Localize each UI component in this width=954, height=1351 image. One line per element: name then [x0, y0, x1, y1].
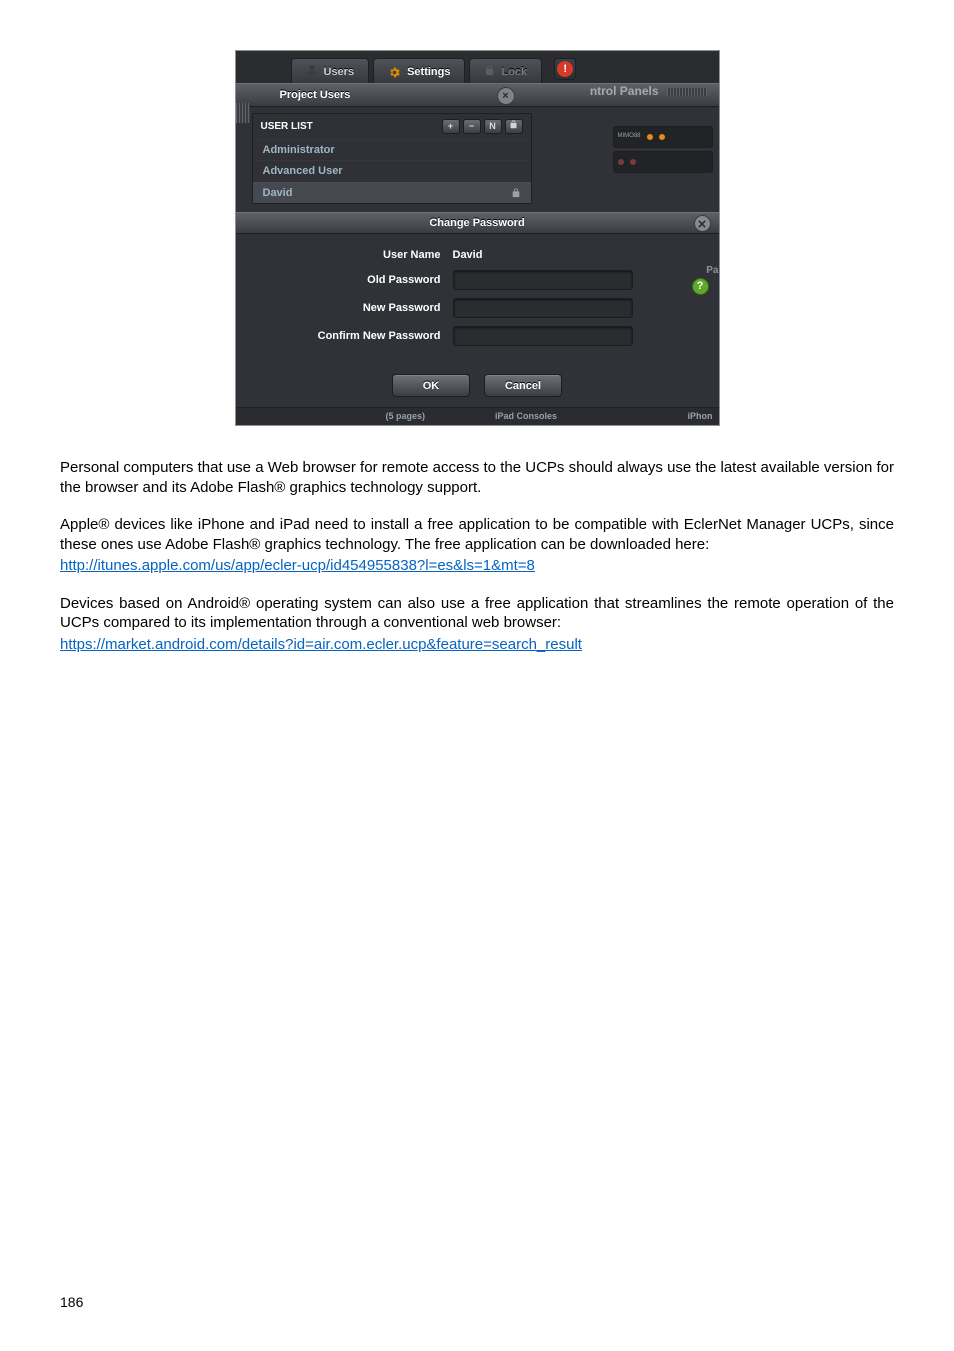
confirm-password-label: Confirm New Password [248, 329, 453, 343]
n-icon: N [489, 121, 496, 133]
users-icon [306, 64, 318, 80]
paragraph-1: Personal computers that use a Web browse… [60, 458, 894, 497]
new-password-label: New Password [248, 301, 453, 315]
ipad-consoles-label: iPad Consoles [495, 411, 557, 423]
top-tab-bar: Users Settings Lock ! [236, 51, 719, 83]
old-password-input[interactable] [453, 270, 633, 290]
plus-icon: + [448, 121, 453, 133]
user-name-label: User Name [248, 248, 453, 262]
old-password-label: Old Password [248, 273, 453, 287]
help-button[interactable]: ? [692, 278, 709, 295]
confirm-password-row: Confirm New Password [248, 326, 707, 346]
change-password-form: User Name David Old Password New Passwor… [236, 234, 719, 362]
new-password-row: New Password [248, 298, 707, 318]
led-icon [630, 159, 636, 165]
user-list-panel: USER LIST + − N Administrator [252, 113, 532, 204]
paragraph-2: Apple® devices like iPhone and iPad need… [60, 515, 894, 554]
device-thumbnail[interactable] [613, 151, 713, 173]
user-list-heading: USER LIST [261, 120, 313, 133]
old-password-row: Old Password [248, 270, 707, 290]
gear-icon [388, 66, 401, 79]
bottom-info-strip: (5 pages) iPad Consoles iPhon [236, 407, 719, 425]
change-password-close-button[interactable] [694, 215, 711, 232]
itunes-link[interactable]: http://itunes.apple.com/us/app/ecler-ucp… [60, 557, 535, 574]
lock-tab-label: Lock [501, 65, 527, 79]
rename-user-button[interactable]: N [484, 119, 502, 134]
ntrol-panels-label: ntrol Panels [590, 84, 707, 100]
device-thumbnail-caption: MIMO88 [618, 133, 641, 141]
user-name-row: User Name David [248, 248, 707, 262]
paragraph-3-text: Devices based on Android® operating syst… [60, 595, 894, 632]
project-users-title: Project Users [280, 88, 351, 102]
iphone-label: iPhon [688, 411, 719, 423]
lock-tab[interactable]: Lock [469, 58, 542, 86]
confirm-password-input[interactable] [453, 326, 633, 346]
userlist-area: USER LIST + − N Administrator [236, 113, 719, 204]
close-icon [698, 214, 706, 234]
android-link-line: https://market.android.com/details?id=ai… [60, 635, 894, 655]
change-password-titlebar: Change Password [236, 212, 719, 234]
android-link[interactable]: https://market.android.com/details?id=ai… [60, 636, 582, 653]
user-name-label: David [263, 186, 293, 200]
ok-button[interactable]: OK [392, 374, 470, 397]
cancel-button-label: Cancel [505, 379, 541, 393]
led-icon [618, 159, 624, 165]
user-row[interactable]: Advanced User [253, 160, 531, 181]
app-screenshot: Users Settings Lock ! Project Users × [235, 50, 720, 426]
user-row[interactable]: Administrator [253, 139, 531, 160]
settings-tab-label: Settings [407, 65, 450, 79]
paragraph-3: Devices based on Android® operating syst… [60, 594, 894, 633]
paragraph-2-text: Apple® devices like iPhone and iPad need… [60, 516, 894, 553]
alert-button[interactable]: ! [554, 58, 576, 80]
lock-icon [484, 65, 495, 80]
pa-fragment: Pa [706, 264, 718, 277]
led-icon [647, 134, 653, 140]
user-lock-icon [511, 188, 521, 198]
new-password-input[interactable] [453, 298, 633, 318]
page-number: 186 [60, 1293, 83, 1311]
change-password-title: Change Password [429, 216, 524, 230]
itunes-link-line: http://itunes.apple.com/us/app/ecler-ucp… [60, 556, 894, 576]
user-name-value: David [453, 248, 483, 262]
project-users-close-button[interactable]: × [497, 87, 515, 105]
question-icon: ? [697, 279, 704, 293]
lock-small-icon [509, 120, 518, 133]
pages-label: (5 pages) [386, 411, 426, 423]
led-icon [659, 134, 665, 140]
cancel-button[interactable]: Cancel [484, 374, 562, 397]
alert-icon: ! [557, 61, 573, 77]
user-list-header: USER LIST + − N [253, 114, 531, 139]
dialog-button-row: OK Cancel [236, 362, 719, 407]
device-thumbnail[interactable]: MIMO88 [613, 126, 713, 148]
document-page: Users Settings Lock ! Project Users × [0, 0, 954, 1351]
settings-tab[interactable]: Settings [373, 58, 465, 86]
minus-icon: − [469, 121, 474, 133]
user-row-selected[interactable]: David [253, 182, 531, 203]
remove-user-button[interactable]: − [463, 119, 481, 134]
add-user-button[interactable]: + [442, 119, 460, 134]
user-name-label: Administrator [263, 143, 335, 157]
ok-button-label: OK [423, 379, 440, 393]
lock-user-button[interactable] [505, 119, 523, 134]
user-name-label: Advanced User [263, 164, 343, 178]
user-list-toolbar: + − N [442, 119, 523, 134]
users-tab-label: Users [324, 65, 355, 79]
users-tab[interactable]: Users [291, 58, 370, 86]
